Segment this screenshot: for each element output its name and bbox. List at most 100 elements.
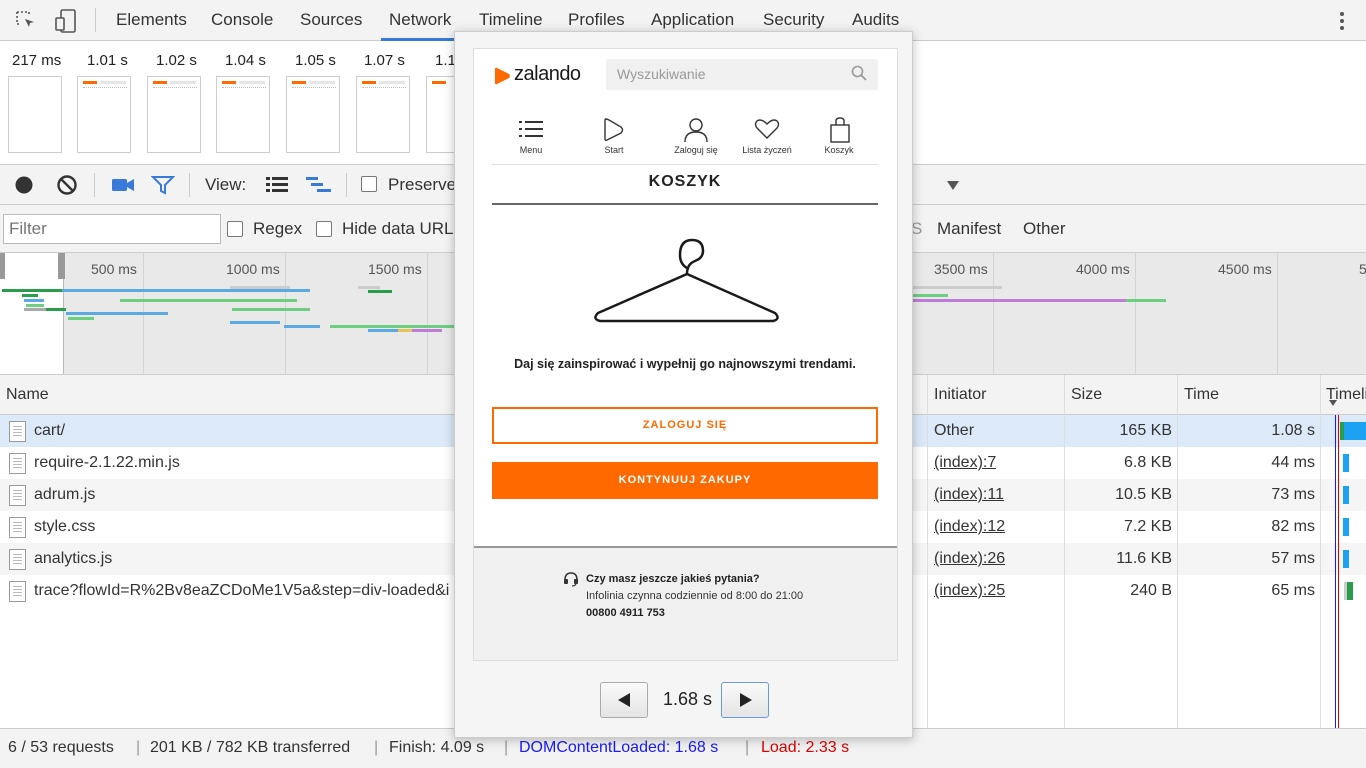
- frame-time: 1.07 s: [364, 52, 405, 69]
- domcontentloaded-time: DOMContentLoaded: 1.68 s: [519, 739, 719, 756]
- overview-selection[interactable]: [0, 253, 64, 374]
- tab-console[interactable]: Console: [211, 0, 273, 40]
- help-phone: 00800 4911 753: [586, 607, 665, 619]
- heart-icon: [754, 118, 780, 145]
- triangle-left-icon: [617, 692, 631, 713]
- request-name: trace?flowId=R%2Bv8eaZCDoMe1V5a&step=div…: [34, 582, 450, 599]
- search-icon: [851, 65, 867, 86]
- load-time: Load: 2.33 s: [761, 739, 850, 756]
- frame-thumbnail[interactable]: [147, 76, 201, 153]
- request-initiator-link[interactable]: (index):12: [934, 511, 1005, 543]
- help-title: Czy masz jeszcze jakieś pytania?: [586, 573, 760, 585]
- clear-icon[interactable]: [56, 174, 78, 196]
- request-time: 82 ms: [1271, 518, 1315, 535]
- frame-thumbnail[interactable]: [286, 76, 340, 153]
- separator: |: [374, 739, 379, 756]
- tab-network[interactable]: Network: [380, 0, 460, 41]
- login-button[interactable]: ZALOGUJ SIĘ: [492, 407, 878, 444]
- column-header-name[interactable]: Name: [6, 375, 49, 415]
- overview-tick-label: 500 ms: [91, 261, 137, 277]
- type-filter-other[interactable]: Other: [1023, 219, 1066, 239]
- frame-thumbnail[interactable]: [426, 76, 456, 153]
- capture-screenshots-icon[interactable]: [111, 176, 135, 194]
- filter-input[interactable]: [3, 214, 221, 244]
- frame-thumbnail[interactable]: [8, 76, 62, 153]
- device-toolbar-icon[interactable]: [54, 8, 78, 34]
- regex-checkbox[interactable]: [227, 221, 243, 237]
- overview-bar: [1126, 299, 1166, 302]
- request-time: 73 ms: [1271, 486, 1315, 503]
- previous-frame-button[interactable]: [600, 682, 648, 718]
- frame-time: 1.1: [435, 52, 456, 69]
- heading-underline: [492, 203, 878, 205]
- frame-thumbnail[interactable]: [77, 76, 131, 153]
- frame-time: 217 ms: [12, 52, 62, 69]
- column-header-size[interactable]: Size: [1071, 375, 1102, 415]
- document-icon: [9, 517, 26, 538]
- overview-bar: [230, 321, 280, 324]
- user-icon: [684, 117, 708, 148]
- request-initiator-link[interactable]: (index):11: [934, 479, 1004, 511]
- overview-bar: [232, 308, 310, 311]
- large-rows-icon[interactable]: [265, 176, 289, 194]
- request-initiator: Other: [934, 422, 975, 439]
- request-count: 6 / 53 requests: [8, 739, 114, 756]
- overview-handle-left[interactable]: [0, 253, 5, 279]
- request-size: 165 KB: [1119, 422, 1172, 439]
- frame-thumbnail[interactable]: [216, 76, 270, 153]
- throttling-dropdown-icon[interactable]: [946, 178, 960, 192]
- request-size: 6.8 KB: [1123, 454, 1172, 471]
- overview-tick-label: 1000 ms: [226, 261, 280, 277]
- waterfall-view-icon[interactable]: [305, 176, 333, 194]
- tab-elements[interactable]: Elements: [116, 0, 187, 40]
- overview-bar: [368, 329, 398, 332]
- transfer-size: 201 KB / 782 KB transferred: [150, 739, 351, 756]
- waterfall-bar: [1344, 422, 1366, 440]
- document-icon: [9, 485, 26, 506]
- request-size: 11.6 KB: [1116, 550, 1172, 567]
- overview-bar: [912, 294, 948, 297]
- next-frame-button[interactable]: [721, 682, 769, 718]
- overview-handle-right[interactable]: [58, 253, 65, 279]
- overview-bar: [26, 304, 44, 307]
- tab-sources[interactable]: Sources: [300, 0, 362, 40]
- inspect-element-icon[interactable]: [14, 9, 38, 33]
- view-label: View:: [205, 175, 247, 194]
- overview-bar: [412, 329, 442, 332]
- record-icon[interactable]: [14, 175, 34, 195]
- overview-bar: [68, 317, 94, 320]
- column-header-initiator[interactable]: Initiator: [934, 375, 986, 415]
- filter-icon[interactable]: [150, 175, 176, 195]
- hanger-icon: [592, 234, 782, 331]
- nav-cart-label: Koszyk: [824, 145, 854, 155]
- continue-shopping-button[interactable]: KONTYNUUJ ZAKUPY: [492, 462, 878, 499]
- preserve-log-checkbox[interactable]: [361, 176, 377, 192]
- column-header-time[interactable]: Time: [1184, 375, 1219, 415]
- hide-data-urls-checkbox[interactable]: [316, 221, 332, 237]
- request-initiator-link[interactable]: (index):26: [934, 543, 1005, 575]
- separator: |: [136, 739, 141, 756]
- help-hours: Infolinia czynna codziennie od 8:00 do 2…: [586, 590, 804, 602]
- frame-time-label: 1.68 s: [663, 689, 713, 709]
- shopping-bag-icon: [829, 117, 851, 148]
- request-initiator-link[interactable]: (index):7: [934, 447, 996, 479]
- search-field[interactable]: Wyszukiwanie: [606, 59, 878, 90]
- type-filter-manifest[interactable]: Manifest: [937, 219, 1001, 239]
- waterfall-bar: [1343, 486, 1349, 504]
- frame-thumbnail[interactable]: [356, 76, 410, 153]
- screenshot-popover: zalando Wyszukiwanie Menu Start Zaloguj: [454, 31, 913, 738]
- waterfall-bar: [1347, 582, 1353, 600]
- request-name: adrum.js: [34, 486, 96, 503]
- frame-time: 1.04 s: [225, 52, 266, 69]
- separator: |: [504, 739, 509, 756]
- overview-bar: [62, 289, 310, 292]
- request-name: style.css: [34, 518, 96, 535]
- sort-arrow-icon: [1329, 393, 1337, 411]
- zalando-logo-text: zalando: [514, 63, 581, 85]
- more-options-icon[interactable]: [1336, 10, 1348, 32]
- nav-divider: [492, 164, 878, 165]
- waterfall-bar: [1343, 518, 1349, 536]
- home-icon: [601, 117, 627, 148]
- request-initiator-link[interactable]: (index):25: [934, 575, 1005, 607]
- overview-bar: [120, 299, 297, 302]
